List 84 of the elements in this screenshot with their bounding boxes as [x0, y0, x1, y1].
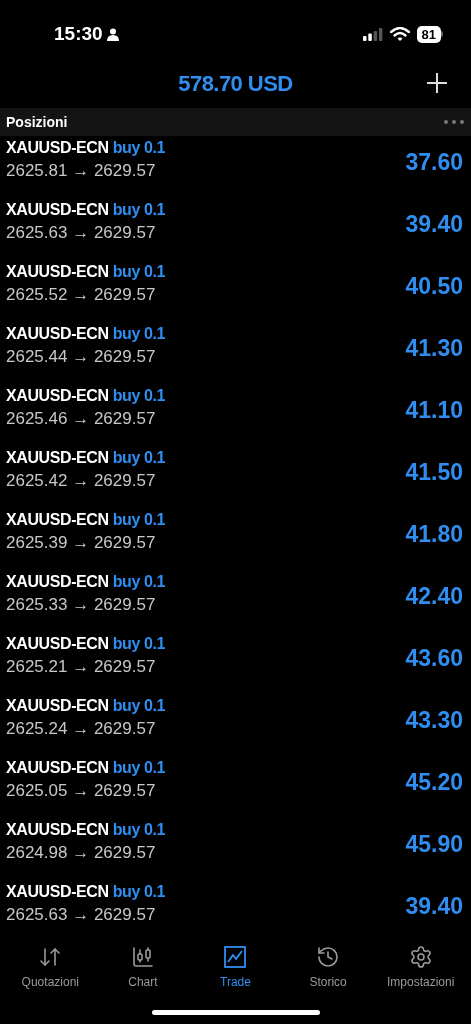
order-side: buy 0.1 — [112, 758, 166, 778]
symbol-name: XAUUSD-ECN — [6, 386, 109, 406]
profit-value: 39.40 — [405, 210, 463, 239]
order-side: buy 0.1 — [112, 696, 166, 716]
price-range: 2625.81 → 2629.57 — [6, 160, 157, 182]
position-row[interactable]: XAUUSD-ECN buy 0.1 2625.42 → 2629.57 41.50 — [0, 446, 471, 508]
wifi-icon — [389, 27, 410, 41]
person-icon — [106, 27, 119, 41]
symbol-name: XAUUSD-ECN — [6, 882, 109, 902]
symbol-name: XAUUSD-ECN — [6, 696, 109, 716]
order-side: buy 0.1 — [112, 138, 166, 158]
tab-bar-item[interactable]: Storico — [283, 945, 374, 991]
line-chart-icon — [223, 945, 248, 969]
position-row[interactable]: XAUUSD-ECN buy 0.1 2625.46 → 2629.57 41.10 — [0, 384, 471, 446]
battery-level: 81 — [416, 25, 441, 43]
profit-value: 45.20 — [405, 768, 463, 797]
tab-bar-item[interactable]: Trade — [190, 945, 281, 991]
profit-value: 39.40 — [405, 892, 463, 921]
profit-value: 41.80 — [405, 520, 463, 549]
plus-icon[interactable] — [426, 72, 448, 94]
symbol-name: XAUUSD-ECN — [6, 510, 109, 530]
price-range: 2625.46 → 2629.57 — [6, 408, 157, 430]
order-side: buy 0.1 — [112, 572, 166, 592]
order-side: buy 0.1 — [112, 820, 166, 840]
symbol-name: XAUUSD-ECN — [6, 758, 109, 778]
order-side: buy 0.1 — [112, 324, 166, 344]
price-range: 2625.33 → 2629.57 — [6, 594, 157, 616]
profit-value: 45.90 — [405, 830, 463, 859]
order-side: buy 0.1 — [112, 200, 166, 220]
settings-icon — [408, 945, 433, 969]
position-row[interactable]: XAUUSD-ECN buy 0.1 2625.63 → 2629.57 39.40 — [0, 198, 471, 260]
symbol-name: XAUUSD-ECN — [6, 138, 109, 158]
account-balance: 578.70 USD — [178, 69, 293, 98]
position-row[interactable]: XAUUSD-ECN buy 0.1 2625.21 → 2629.57 43.60 — [0, 632, 471, 694]
order-side: buy 0.1 — [112, 882, 166, 902]
position-row[interactable]: XAUUSD-ECN buy 0.1 2625.81 → 2629.57 37.60 — [0, 136, 471, 198]
order-side: buy 0.1 — [112, 510, 166, 530]
symbol-name: XAUUSD-ECN — [6, 448, 109, 468]
order-side: buy 0.1 — [112, 634, 166, 654]
price-range: 2625.24 → 2629.57 — [6, 718, 157, 740]
price-range: 2625.39 → 2629.57 — [6, 532, 157, 554]
profit-value: 42.40 — [405, 582, 463, 611]
profit-value: 43.60 — [405, 644, 463, 673]
symbol-name: XAUUSD-ECN — [6, 262, 109, 282]
position-row[interactable]: XAUUSD-ECN buy 0.1 2625.44 → 2629.57 41.30 — [0, 322, 471, 384]
arrows-icon — [38, 945, 63, 969]
position-row[interactable]: XAUUSD-ECN buy 0.1 2625.33 → 2629.57 42.40 — [0, 570, 471, 632]
price-range: 2625.44 → 2629.57 — [6, 346, 157, 368]
order-side: buy 0.1 — [112, 448, 166, 468]
clock-time: 15:30 — [54, 21, 103, 46]
profit-value: 41.10 — [405, 396, 463, 425]
position-row[interactable]: XAUUSD-ECN buy 0.1 2625.39 → 2629.57 41.80 — [0, 508, 471, 570]
order-side: buy 0.1 — [112, 386, 166, 406]
tab-bar-item[interactable]: Quotazioni — [5, 945, 96, 991]
price-range: 2625.21 → 2629.57 — [6, 656, 157, 678]
price-range: 2625.42 → 2629.57 — [6, 470, 157, 492]
history-icon — [316, 945, 341, 969]
signal-icon — [362, 27, 383, 41]
price-range: 2624.98 → 2629.57 — [6, 842, 157, 864]
position-row[interactable]: XAUUSD-ECN buy 0.1 2625.63 → 2629.57 39.40 — [0, 880, 471, 942]
profit-value: 40.50 — [405, 272, 463, 301]
symbol-name: XAUUSD-ECN — [6, 324, 109, 344]
position-row[interactable]: XAUUSD-ECN buy 0.1 2625.24 → 2629.57 43.30 — [0, 694, 471, 756]
price-range: 2625.05 → 2629.57 — [6, 780, 157, 802]
position-row[interactable]: XAUUSD-ECN buy 0.1 2625.52 → 2629.57 40.50 — [0, 260, 471, 322]
profit-value: 37.60 — [405, 148, 463, 177]
order-side: buy 0.1 — [112, 262, 166, 282]
tab-bar-item[interactable]: Impostazioni — [375, 945, 466, 991]
more-icon[interactable] — [443, 119, 465, 125]
position-row[interactable]: XAUUSD-ECN buy 0.1 2624.98 → 2629.57 45.90 — [0, 818, 471, 880]
symbol-name: XAUUSD-ECN — [6, 200, 109, 220]
profit-value: 41.50 — [405, 458, 463, 487]
price-range: 2625.52 → 2629.57 — [6, 284, 157, 306]
symbol-name: XAUUSD-ECN — [6, 572, 109, 592]
section-title: Posizioni — [6, 112, 68, 132]
symbol-name: XAUUSD-ECN — [6, 634, 109, 654]
candlestick-icon — [130, 945, 155, 969]
profit-value: 43.30 — [405, 706, 463, 735]
price-range: 2625.63 → 2629.57 — [6, 222, 157, 244]
price-range: 2625.63 → 2629.57 — [6, 904, 157, 926]
position-row[interactable]: XAUUSD-ECN buy 0.1 2625.05 → 2629.57 45.20 — [0, 756, 471, 818]
tab-bar-item[interactable]: Chart — [97, 945, 188, 991]
symbol-name: XAUUSD-ECN — [6, 820, 109, 840]
profit-value: 41.30 — [405, 334, 463, 363]
